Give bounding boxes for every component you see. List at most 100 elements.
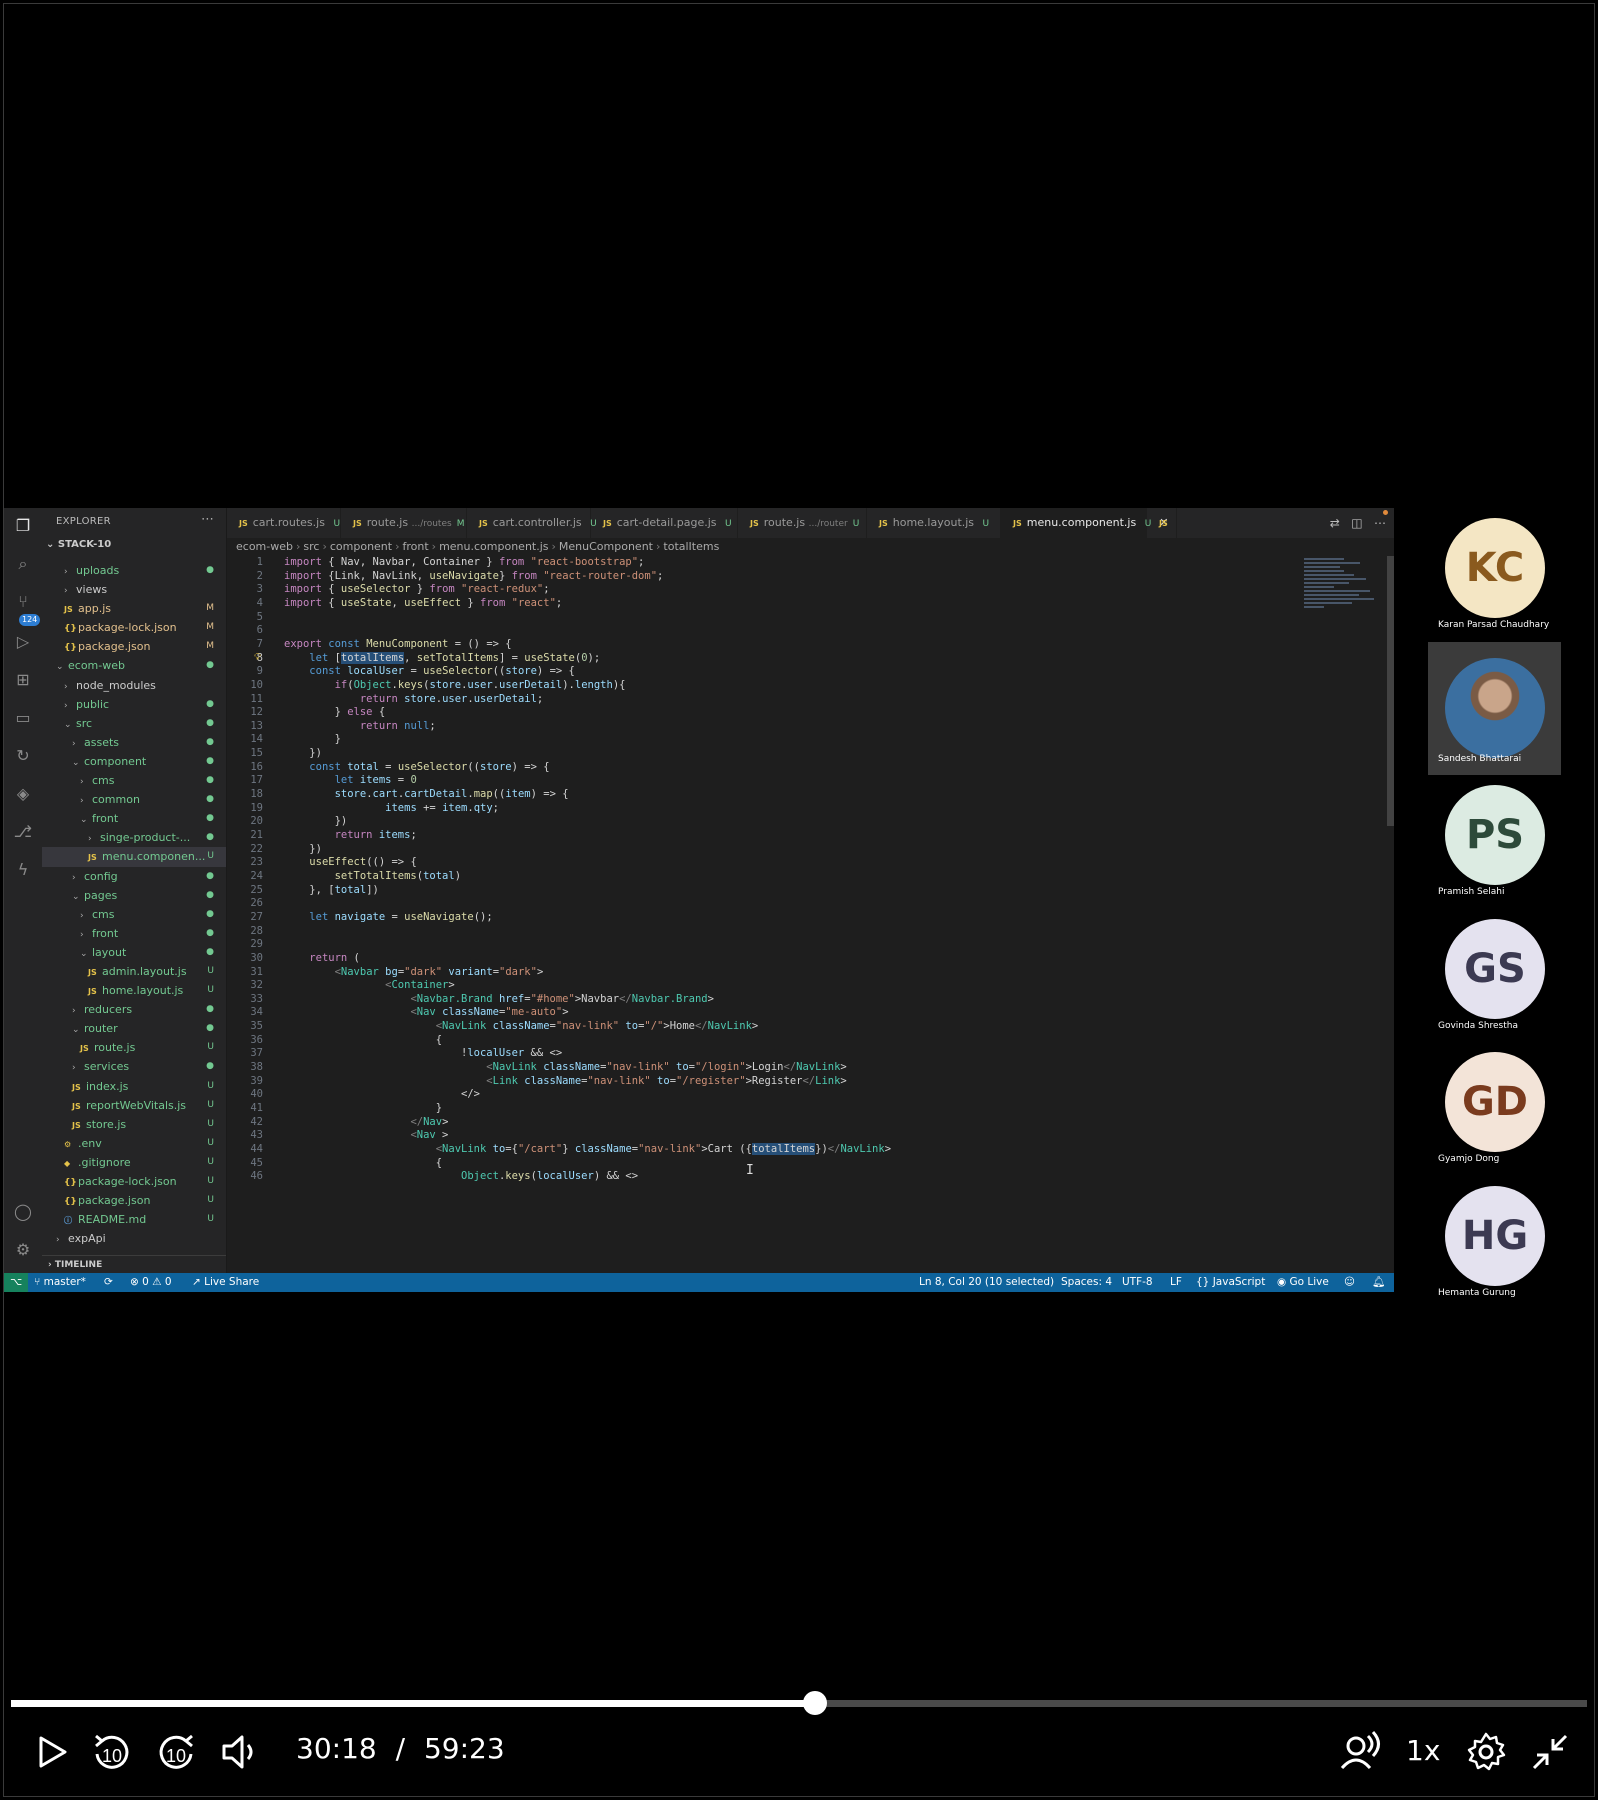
docker-icon[interactable]: ◈ (13, 784, 33, 804)
settings-button[interactable] (1462, 1728, 1510, 1776)
cursor-position[interactable]: Ln 8, Col 20 (10 selected) (919, 1273, 1054, 1292)
split-editor-icon[interactable]: ◫ (1351, 516, 1362, 530)
folder-item[interactable]: › views (42, 580, 226, 599)
file-item[interactable]: ◆ .gitignore U (42, 1153, 226, 1172)
file-item[interactable]: JS app.js M (42, 599, 226, 618)
problems-status[interactable]: ⊗ 0 ⚠ 0 (130, 1273, 172, 1292)
folder-item[interactable]: › config ● (42, 867, 226, 886)
folder-item[interactable]: › reducers ● (42, 1000, 226, 1019)
remote-explorer-icon[interactable]: ▭ (13, 708, 33, 728)
branch-status[interactable]: ⑂ master* (34, 1273, 86, 1292)
breadcrumb-item[interactable]: totalItems (663, 540, 719, 553)
source-control-icon[interactable]: ⑂ (13, 592, 33, 612)
breadcrumb-item[interactable]: src (303, 540, 319, 553)
folder-item[interactable]: › front ● (42, 924, 226, 943)
file-item[interactable]: JS home.layout.js U (42, 981, 226, 1000)
folder-item[interactable]: › assets ● (42, 733, 226, 752)
live-share-status[interactable]: ↗ Live Share (192, 1273, 259, 1292)
line-ending[interactable]: LF (1170, 1273, 1182, 1292)
file-item[interactable]: {}package.json M (42, 637, 226, 656)
volume-button[interactable] (216, 1728, 264, 1776)
breadcrumb-item[interactable]: ecom-web (236, 540, 293, 553)
editor-tab[interactable]: JS cart.routes.js U (227, 508, 341, 538)
participant-tile[interactable]: KC Karan Parsad Chaudhary (1428, 508, 1561, 641)
captions-button[interactable] (1336, 1728, 1384, 1776)
remote-icon[interactable]: ⌥ (4, 1273, 28, 1292)
rewind-button[interactable]: 10 (88, 1728, 136, 1776)
participant-tile[interactable]: GD Gyamjo Dong (1428, 1042, 1561, 1175)
breadcrumb-item[interactable]: component (330, 540, 392, 553)
file-item[interactable]: JS menu.componen... U (42, 847, 226, 867)
editor-tab[interactable]: JS route.js .../routes M (341, 508, 467, 538)
compare-icon[interactable]: ⇄ (1330, 516, 1340, 530)
folder-item[interactable]: › node_modules (42, 676, 226, 695)
run-debug-icon[interactable]: ▷ (13, 632, 33, 652)
file-item[interactable]: JS store.js U (42, 1115, 226, 1134)
folder-item[interactable]: ⌄ component ● (42, 752, 226, 771)
file-item[interactable]: ⓘ README.md U (42, 1210, 226, 1229)
progress-knob[interactable] (803, 1691, 827, 1715)
folder-item[interactable]: ⌄ src ● (42, 714, 226, 733)
language-mode[interactable]: {} JavaScript (1196, 1273, 1265, 1292)
file-item[interactable]: JS reportWebVitals.js U (42, 1096, 226, 1115)
encoding[interactable]: UTF-8 (1122, 1273, 1153, 1292)
file-item[interactable]: {}package.json U (42, 1191, 226, 1210)
breadcrumb-item[interactable]: front (403, 540, 429, 553)
settings-gear-icon[interactable]: ⚙ (13, 1240, 33, 1260)
editor-tab[interactable]: JS cart-detail.page.js U (591, 508, 738, 538)
folder-item[interactable]: › cms ● (42, 771, 226, 790)
folder-item[interactable]: ⌄ front ● (42, 809, 226, 828)
git-graph-icon[interactable]: ⎇ (13, 822, 33, 842)
editor-tab[interactable]: JS home.layout.js U (867, 508, 1001, 538)
more-icon[interactable]: ⋯ (1374, 516, 1386, 530)
folder-item[interactable]: ⌄ ecom-web ● (42, 656, 226, 675)
file-item[interactable]: {}package-lock.json U (42, 1172, 226, 1191)
timeline-section[interactable]: › TIMELINE (42, 1255, 226, 1273)
forward-button[interactable]: 10 (152, 1728, 200, 1776)
folder-item[interactable]: › uploads ● (42, 561, 226, 580)
participant-tile[interactable]: Sandesh Bhattarai (1428, 641, 1561, 775)
participant-tile[interactable]: PS Pramish Selahi (1428, 775, 1561, 908)
more-actions-icon[interactable]: ⋯ (201, 512, 214, 527)
file-item[interactable]: JS route.js U (42, 1038, 226, 1057)
breadcrumb-item[interactable]: MenuComponent (559, 540, 653, 553)
exit-fullscreen-button[interactable] (1526, 1728, 1574, 1776)
folder-item[interactable]: ⌄ pages ● (42, 886, 226, 905)
playback-speed-button[interactable]: 1x (1406, 1734, 1440, 1767)
file-item[interactable]: JS index.js U (42, 1077, 226, 1096)
go-live-button[interactable]: ◉ Go Live (1277, 1273, 1329, 1292)
editor-tab[interactable]: JS menu.component.js U ✕ (1001, 508, 1169, 538)
lightbulb-icon[interactable]: 💡︎ (254, 652, 261, 663)
file-item[interactable]: {}package-lock.json M (42, 618, 226, 637)
folder-item[interactable]: › cms ● (42, 905, 226, 924)
file-item[interactable]: JS admin.layout.js U (42, 962, 226, 981)
indentation[interactable]: Spaces: 4 (1061, 1273, 1112, 1292)
folder-item[interactable]: ⌄ router ● (42, 1019, 226, 1038)
participant-tile[interactable]: GS Govinda Shrestha (1428, 909, 1561, 1042)
breadcrumb-item[interactable]: menu.component.js (439, 540, 548, 553)
editor-scrollbar[interactable] (1387, 556, 1394, 826)
explorer-icon[interactable]: ❐ (13, 516, 33, 536)
minimap[interactable] (1304, 556, 1382, 646)
notifications-icon[interactable]: 🔔︎ (1372, 1273, 1385, 1292)
folder-item[interactable]: › public ● (42, 695, 226, 714)
participant-tile[interactable]: HG Hemanta Gurung (1428, 1176, 1561, 1309)
editor-tab[interactable]: JS cart.controller.js U (467, 508, 597, 538)
editor-tab[interactable]: JS (1147, 508, 1177, 538)
folder-item[interactable]: › common ● (42, 790, 226, 809)
code-editor[interactable]: 1 import { Nav, Navbar, Container } from … (227, 556, 1297, 1273)
file-item[interactable]: ⚙ .env U (42, 1134, 226, 1153)
extensions-icon[interactable]: ⊞ (13, 670, 33, 690)
folder-item[interactable]: › singe-product-... ● (42, 828, 226, 847)
search-icon[interactable]: ⌕ (13, 554, 33, 574)
folder-item[interactable]: ⌄ layout ● (42, 943, 226, 962)
folder-item[interactable]: › services ● (42, 1057, 226, 1076)
thunder-client-icon[interactable]: ϟ (13, 860, 33, 880)
accounts-icon[interactable]: ◯ (13, 1202, 33, 1222)
workspace-section[interactable]: ⌄ STACK-10 (42, 536, 226, 554)
feedback-icon[interactable]: ☺ (1344, 1273, 1355, 1292)
play-button[interactable] (30, 1728, 74, 1776)
progress-bar[interactable] (11, 1700, 1587, 1707)
live-share-icon[interactable]: ↻ (13, 746, 33, 766)
folder-item[interactable]: › expApi (42, 1229, 226, 1248)
